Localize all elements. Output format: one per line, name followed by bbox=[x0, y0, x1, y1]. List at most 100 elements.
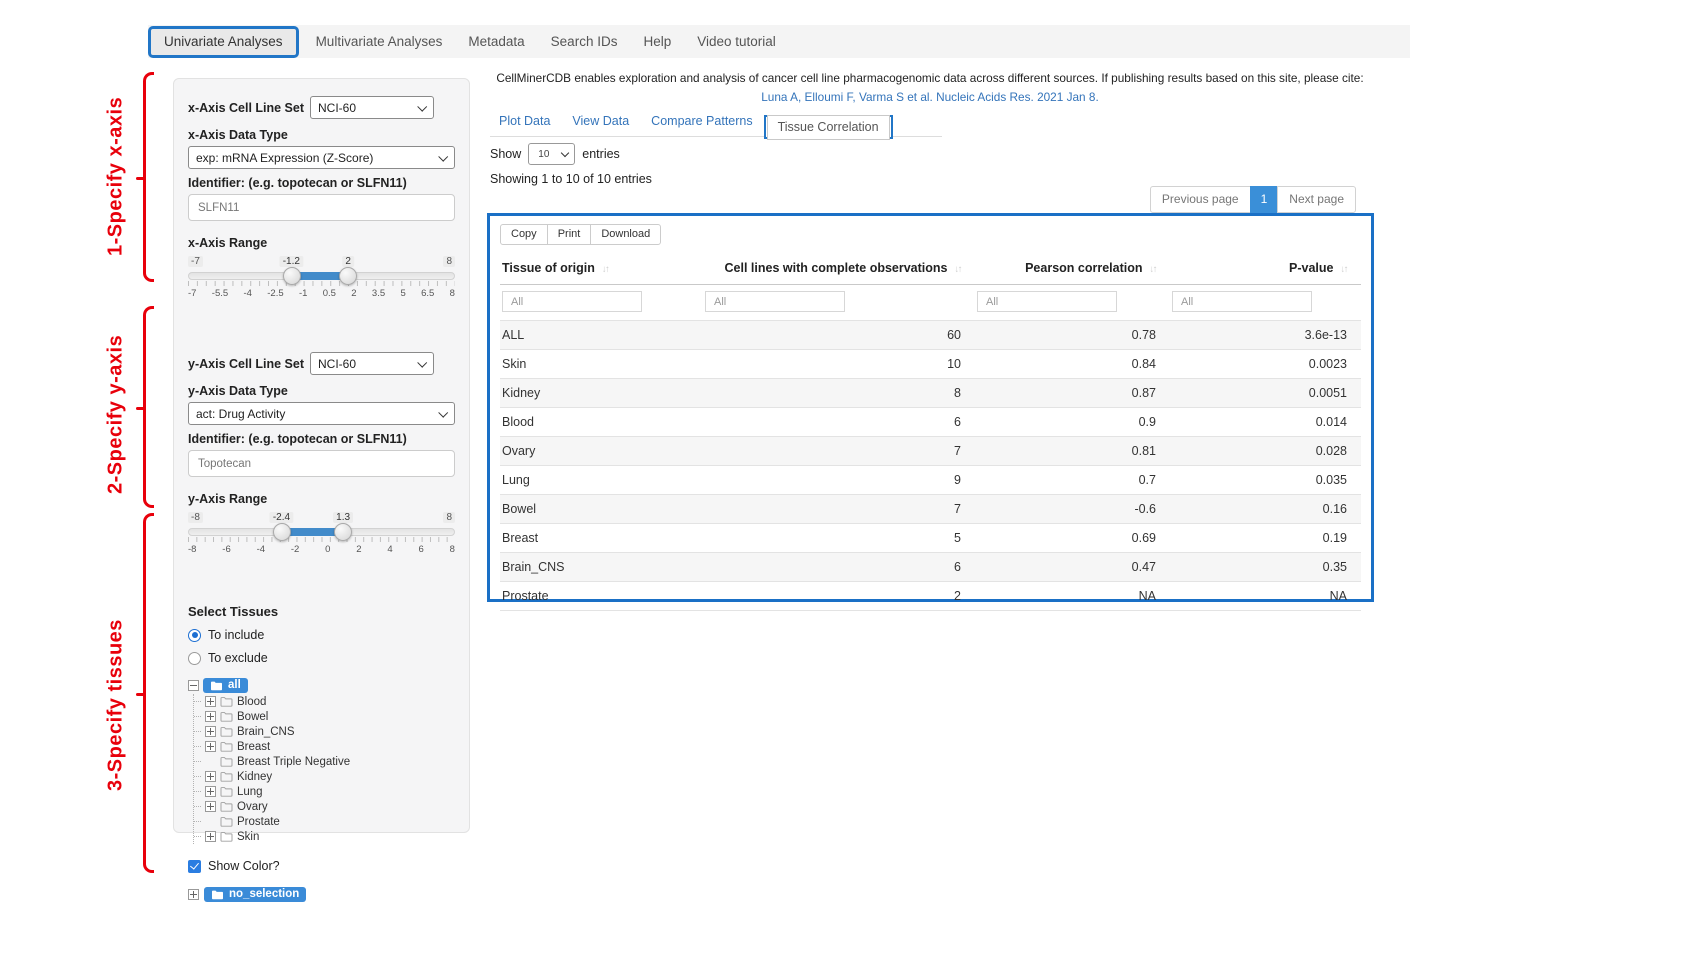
previous-page-button[interactable]: Previous page bbox=[1150, 186, 1251, 213]
y-axis-data-type-select[interactable]: act: Drug Activity bbox=[188, 402, 455, 425]
column-header-label: Tissue of origin bbox=[502, 261, 595, 275]
tree-node-all-chip[interactable]: all bbox=[203, 678, 248, 693]
app-window: Univariate Analyses Multivariate Analyse… bbox=[0, 0, 1700, 956]
y-slider-handle-from[interactable] bbox=[273, 523, 291, 541]
tree-node-prostate[interactable]: Prostate bbox=[203, 814, 455, 829]
radio-to-exclude[interactable]: To exclude bbox=[188, 651, 455, 665]
copy-button[interactable]: Copy bbox=[500, 224, 548, 245]
tree-connector bbox=[194, 746, 201, 747]
x-axis-data-type-select[interactable]: exp: mRNA Expression (Z-Score) bbox=[188, 146, 455, 169]
sort-icon[interactable] bbox=[1341, 264, 1348, 275]
column-header-cell-lines[interactable]: Cell lines with complete observations bbox=[703, 252, 975, 285]
tab-tissue-correlation[interactable]: Tissue Correlation bbox=[767, 115, 890, 140]
show-color-checkbox-row[interactable]: Show Color? bbox=[188, 859, 455, 873]
checkbox-checked-icon bbox=[188, 860, 201, 873]
tree-node-kidney[interactable]: Kidney bbox=[203, 769, 455, 784]
tick-label: 6.5 bbox=[421, 288, 434, 299]
tree-node-breast[interactable]: Breast bbox=[203, 739, 455, 754]
expand-icon[interactable] bbox=[205, 696, 216, 707]
table-row[interactable]: Kidney80.870.0051 bbox=[500, 379, 1361, 408]
download-button[interactable]: Download bbox=[590, 224, 661, 245]
citation-link[interactable]: Luna A, Elloumi F, Varma S et al. Nuclei… bbox=[490, 90, 1370, 104]
tick-label: 8 bbox=[450, 544, 455, 555]
nav-tab-univariate-analyses[interactable]: Univariate Analyses bbox=[148, 26, 299, 58]
y-axis-cell-line-set-row: y-Axis Cell Line Set NCI-60 bbox=[188, 352, 455, 375]
page-length-select[interactable]: 10 bbox=[528, 143, 575, 165]
tree-node-skin[interactable]: Skin bbox=[203, 829, 455, 844]
expand-icon[interactable] bbox=[205, 801, 216, 812]
tree-node-all[interactable]: all bbox=[188, 677, 455, 694]
nav-tab-metadata[interactable]: Metadata bbox=[455, 28, 537, 55]
page-1-button[interactable]: 1 bbox=[1250, 186, 1279, 213]
next-page-button[interactable]: Next page bbox=[1277, 186, 1356, 213]
chevron-down-icon bbox=[438, 152, 448, 162]
expand-icon[interactable] bbox=[205, 711, 216, 722]
tab-compare-patterns[interactable]: Compare Patterns bbox=[640, 108, 763, 136]
tree-node-blood[interactable]: Blood bbox=[203, 694, 455, 709]
x-axis-data-type-label: x-Axis Data Type bbox=[188, 128, 455, 142]
radio-to-include[interactable]: To include bbox=[188, 628, 455, 642]
column-header-label: Cell lines with complete observations bbox=[725, 261, 948, 275]
x-axis-identifier-input[interactable] bbox=[188, 194, 455, 221]
expand-icon[interactable] bbox=[205, 726, 216, 737]
tissue-correlation-table-panel: Copy Print Download Tissue of origin Cel… bbox=[487, 213, 1374, 602]
tree-node-label: Blood bbox=[237, 696, 266, 708]
expand-icon[interactable] bbox=[205, 741, 216, 752]
table-row[interactable]: Ovary70.810.028 bbox=[500, 437, 1361, 466]
table-row[interactable]: Breast50.690.19 bbox=[500, 524, 1361, 553]
x-slider-handle-from[interactable] bbox=[283, 267, 301, 285]
tree-node-breast-triple-negative[interactable]: Breast Triple Negative bbox=[203, 754, 455, 769]
annotation-step1-label: 1-Specify x-axis bbox=[96, 72, 136, 280]
tree-node-no-selection-chip[interactable]: no_selection bbox=[204, 887, 306, 902]
sort-icon[interactable] bbox=[955, 264, 962, 275]
column-header-p-value[interactable]: P-value bbox=[1170, 252, 1361, 285]
x-slider-track[interactable] bbox=[188, 272, 455, 280]
table-row[interactable]: Lung90.70.035 bbox=[500, 466, 1361, 495]
select-tissues-heading: Select Tissues bbox=[188, 604, 455, 619]
x-slider-handle-to[interactable] bbox=[339, 267, 357, 285]
sort-icon[interactable] bbox=[602, 264, 609, 275]
table-row[interactable]: Bowel7-0.60.16 bbox=[500, 495, 1361, 524]
y-axis-identifier-input[interactable] bbox=[188, 450, 455, 477]
content-tabs: Plot Data View Data Compare Patterns Tis… bbox=[490, 106, 942, 137]
table-row[interactable]: ALL600.783.6e-13 bbox=[500, 321, 1361, 350]
tab-view-data[interactable]: View Data bbox=[561, 108, 640, 136]
nav-tab-multivariate-analyses[interactable]: Multivariate Analyses bbox=[303, 28, 456, 55]
expand-icon[interactable] bbox=[188, 889, 199, 900]
filter-input-p-value[interactable] bbox=[1172, 291, 1312, 312]
tree-node-no-selection[interactable]: no_selection bbox=[188, 887, 455, 902]
table-row[interactable]: Blood60.90.014 bbox=[500, 408, 1361, 437]
show-label: Show bbox=[490, 147, 521, 161]
nav-tab-help[interactable]: Help bbox=[630, 28, 684, 55]
expand-icon[interactable] bbox=[205, 771, 216, 782]
table-row[interactable]: Prostate2NANA bbox=[500, 582, 1361, 611]
tree-node-all-label: all bbox=[228, 679, 241, 691]
tree-node-bowel[interactable]: Bowel bbox=[203, 709, 455, 724]
y-slider-handle-to[interactable] bbox=[334, 523, 352, 541]
column-header-pearson-correlation[interactable]: Pearson correlation bbox=[975, 252, 1170, 285]
column-header-tissue-of-origin[interactable]: Tissue of origin bbox=[500, 252, 703, 285]
radio-to-exclude-label: To exclude bbox=[208, 651, 268, 665]
sort-icon[interactable] bbox=[1150, 264, 1157, 275]
tree-node-lung[interactable]: Lung bbox=[203, 784, 455, 799]
tree-connector bbox=[194, 836, 201, 837]
nav-tab-search-ids[interactable]: Search IDs bbox=[538, 28, 631, 55]
y-slider-track[interactable] bbox=[188, 528, 455, 536]
y-slider-ticks bbox=[188, 537, 455, 542]
tree-node-brain-cns[interactable]: Brain_CNS bbox=[203, 724, 455, 739]
filter-input-pearson[interactable] bbox=[977, 291, 1117, 312]
y-axis-data-type-value: act: Drug Activity bbox=[196, 407, 285, 421]
filter-input-tissue[interactable] bbox=[502, 291, 642, 312]
table-row[interactable]: Brain_CNS60.470.35 bbox=[500, 553, 1361, 582]
filter-input-cell-lines[interactable] bbox=[705, 291, 845, 312]
print-button[interactable]: Print bbox=[547, 224, 592, 245]
table-row[interactable]: Skin100.840.0023 bbox=[500, 350, 1361, 379]
x-axis-cell-line-set-select[interactable]: NCI-60 bbox=[310, 96, 434, 119]
nav-tab-video-tutorial[interactable]: Video tutorial bbox=[684, 28, 789, 55]
collapse-icon[interactable] bbox=[188, 680, 199, 691]
y-axis-cell-line-set-select[interactable]: NCI-60 bbox=[310, 352, 434, 375]
expand-icon[interactable] bbox=[205, 831, 216, 842]
tab-plot-data[interactable]: Plot Data bbox=[490, 108, 561, 136]
tree-node-ovary[interactable]: Ovary bbox=[203, 799, 455, 814]
expand-icon[interactable] bbox=[205, 786, 216, 797]
